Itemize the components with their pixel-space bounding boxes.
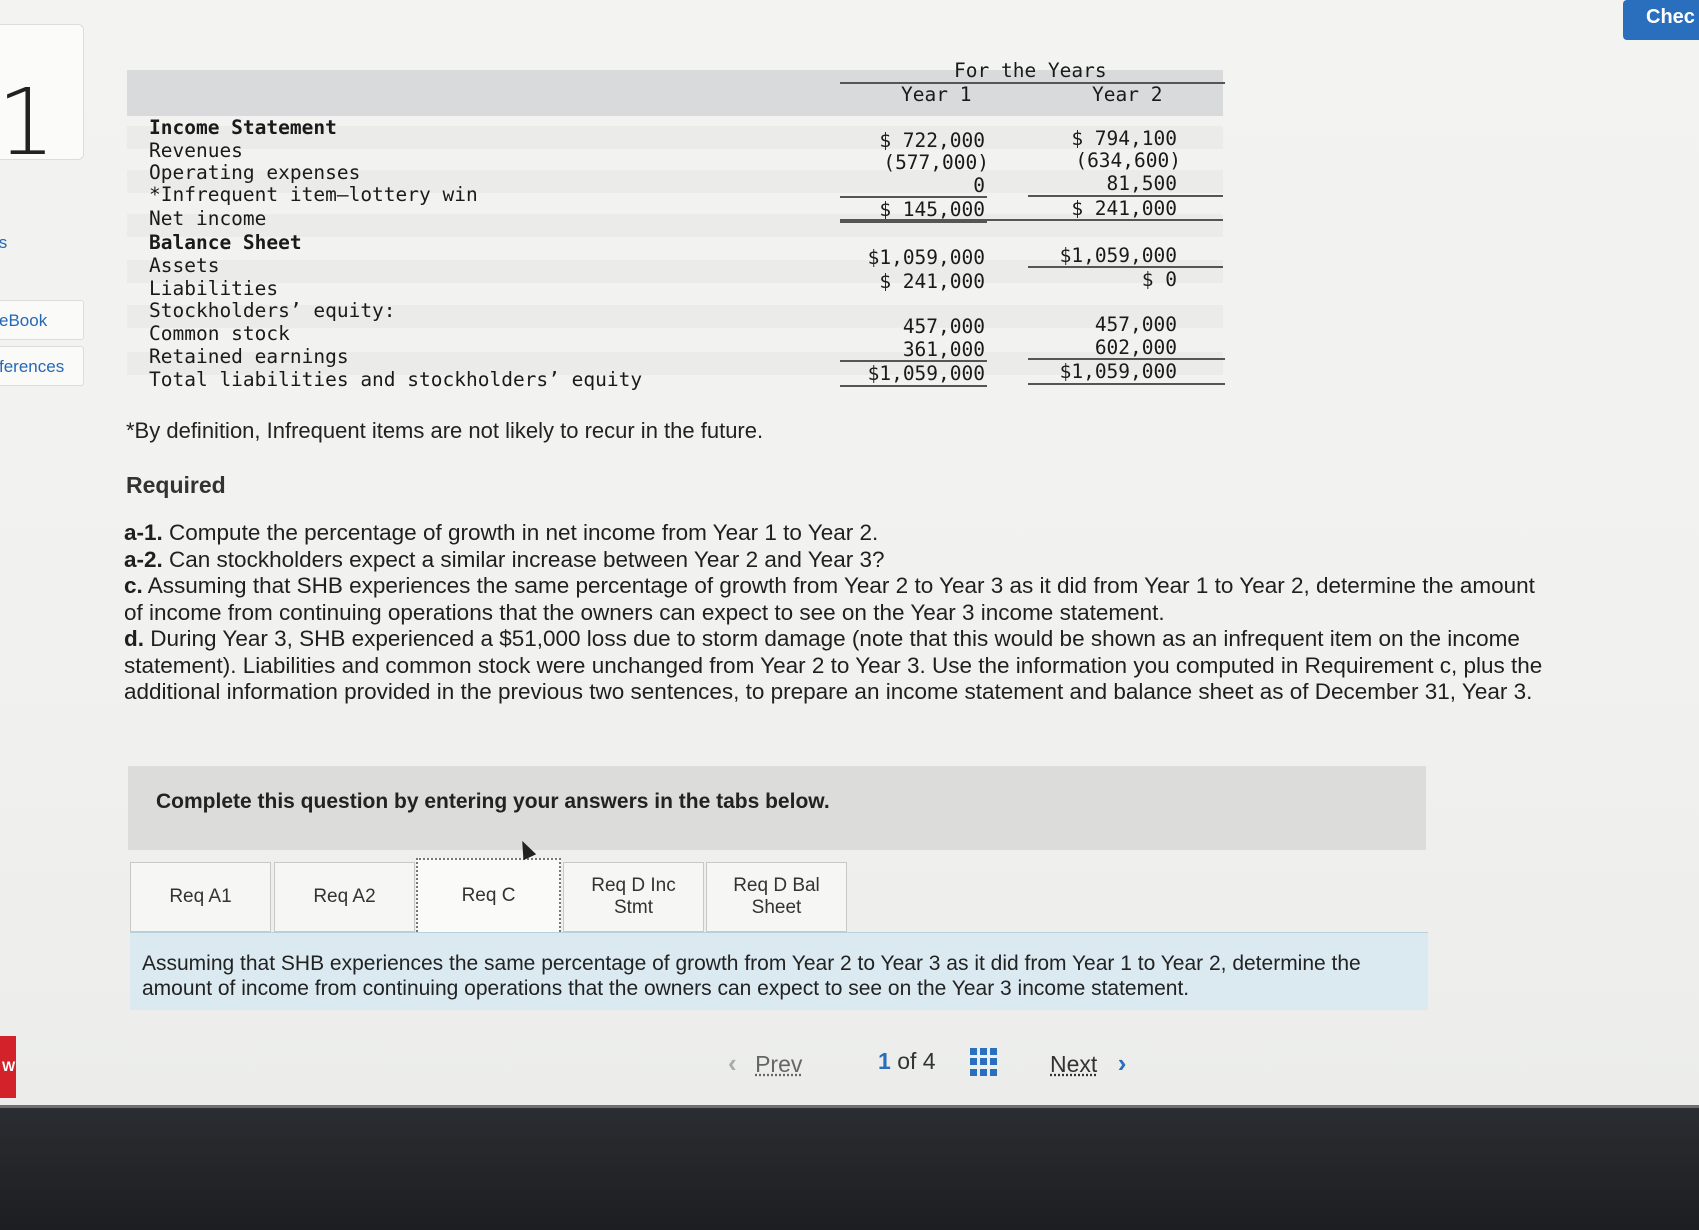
year1-total: $1,059,000 xyxy=(867,362,985,385)
page-total: 4 xyxy=(922,1048,936,1074)
year2-liabilities: $ 0 xyxy=(1141,268,1177,291)
grid-icon[interactable] xyxy=(970,1048,998,1076)
tab-req-d-inc-line1: Req D Inc xyxy=(591,875,676,896)
year1-infrequent: 0 xyxy=(973,174,985,197)
nav-item-ts[interactable]: ts xyxy=(0,233,7,253)
year2-net-income: $ 241,000 xyxy=(1071,197,1177,220)
chevron-left-icon: ‹ xyxy=(728,1048,737,1078)
year2-infrequent: 81,500 xyxy=(1106,172,1177,195)
requirement-c: c. Assuming that SHB experiences the sam… xyxy=(124,573,1544,626)
year2-header: Year 2 xyxy=(1092,83,1163,106)
infrequent-item-label: *Infrequent item—lottery win xyxy=(149,183,478,206)
page-current: 1 xyxy=(878,1048,891,1074)
year2-revenues: $ 794,100 xyxy=(1071,127,1177,150)
tab-req-a1[interactable]: Req A1 xyxy=(130,862,271,932)
footnote: *By definition, Infrequent items are not… xyxy=(126,418,764,443)
chevron-right-icon: › xyxy=(1117,1048,1127,1078)
requirements-list: a-1. Compute the percentage of growth in… xyxy=(124,520,1544,706)
requirement-c-tag: c. xyxy=(124,573,143,598)
tab-panel-text: Assuming that SHB experiences the same p… xyxy=(142,952,1361,1000)
year1-header: Year 1 xyxy=(901,83,972,106)
monitor-bezel xyxy=(0,1108,1699,1230)
common-stock-label: Common stock xyxy=(149,322,290,345)
requirement-a1: a-1. Compute the percentage of growth in… xyxy=(124,520,1544,547)
year2-total-rule xyxy=(840,219,1223,221)
tab-req-d-bal-sheet[interactable]: Req D Bal Sheet xyxy=(706,862,847,932)
nav-references-box[interactable]: ferences xyxy=(0,346,84,386)
for-the-years-header: For the Years xyxy=(954,59,1107,82)
net-income-label: Net income xyxy=(149,207,267,230)
balance-sheet-label: Balance Sheet xyxy=(149,231,302,254)
year2-retained-earnings: 602,000 xyxy=(1094,336,1177,359)
instructions-box: Complete this question by entering your … xyxy=(128,766,1426,850)
year2-final-rule xyxy=(1028,383,1225,385)
row-stripe xyxy=(127,260,1223,283)
tab-req-a1-label: Req A1 xyxy=(169,886,232,907)
tab-req-a2-label: Req A2 xyxy=(313,886,376,907)
total-liabilities-equity-label: Total liabilities and stockholders’ equi… xyxy=(149,368,643,391)
next-button[interactable]: Next › xyxy=(1050,1048,1126,1079)
prev-label: Prev xyxy=(755,1051,803,1077)
required-heading: Required xyxy=(126,472,226,498)
requirement-d-text: During Year 3, SHB experienced a $51,000… xyxy=(124,626,1543,704)
year1-operating-expenses: (577,000) xyxy=(883,151,989,174)
year1-revenues: $ 722,000 xyxy=(879,129,985,152)
income-statement-label: Income Statement xyxy=(149,116,337,139)
browser-viewport: 1 ts eBook ferences W Chec For the Years… xyxy=(0,0,1699,1108)
tab-panel-req-c: Assuming that SHB experiences the same p… xyxy=(130,932,1428,1010)
check-button[interactable]: Chec xyxy=(1623,0,1699,40)
prev-button[interactable]: ‹ Prev xyxy=(728,1048,802,1079)
requirement-a1-tag: a-1. xyxy=(124,520,163,545)
tab-req-d-bal-line1: Req D Bal xyxy=(733,875,820,896)
instructions-text: Complete this question by entering your … xyxy=(156,790,830,813)
revenues-label: Revenues xyxy=(149,139,243,162)
next-label: Next xyxy=(1050,1051,1098,1077)
requirement-c-text: Assuming that SHB experiences the same p… xyxy=(124,573,1535,625)
side-red-tab[interactable]: W xyxy=(0,1036,16,1098)
tab-req-a2[interactable]: Req A2 xyxy=(274,862,415,932)
year2-assets: $1,059,000 xyxy=(1059,244,1177,267)
liabilities-label: Liabilities xyxy=(149,277,279,300)
year1-final-rule xyxy=(840,385,987,387)
stockholders-equity-label: Stockholders’ equity: xyxy=(149,299,396,322)
requirement-d: d. During Year 3, SHB experienced a $51,… xyxy=(124,626,1544,706)
year1-net-income: $ 145,000 xyxy=(879,198,985,221)
requirement-a2: a-2. Can stockholders expect a similar i… xyxy=(124,547,1544,574)
page-indicator: 1 of 4 xyxy=(878,1048,936,1075)
assets-label: Assets xyxy=(149,254,220,277)
nav-ebook-box[interactable]: eBook xyxy=(0,300,84,340)
question-number-box[interactable]: 1 xyxy=(0,24,84,176)
question-number: 1 xyxy=(0,69,56,176)
tab-req-c[interactable]: Req C xyxy=(416,858,561,932)
page-of: of xyxy=(897,1048,917,1074)
year2-operating-expenses: (634,600) xyxy=(1075,149,1181,172)
requirement-a2-text: Can stockholders expect a similar increa… xyxy=(162,546,885,572)
side-red-tab-label: W xyxy=(2,1058,16,1074)
nav-ebook-link[interactable]: eBook xyxy=(0,311,47,331)
tab-req-d-bal-line2: Sheet xyxy=(751,897,802,918)
year1-total-rule xyxy=(840,221,987,223)
requirement-a2-tag: a-2. xyxy=(124,546,163,572)
year1-assets: $1,059,000 xyxy=(867,246,985,269)
operating-expenses-label: Operating expenses xyxy=(149,161,361,184)
year2-total: $1,059,000 xyxy=(1059,360,1177,383)
year1-retained-earnings: 361,000 xyxy=(902,338,985,361)
requirement-d-tag: d. xyxy=(124,626,144,651)
tab-req-d-inc-stmt[interactable]: Req D Inc Stmt xyxy=(563,862,704,932)
retained-earnings-label: Retained earnings xyxy=(149,345,349,368)
year1-liabilities: $ 241,000 xyxy=(879,270,985,293)
tab-req-d-inc-line2: Stmt xyxy=(613,897,654,918)
nav-references-link[interactable]: ferences xyxy=(0,357,64,377)
year1-common-stock: 457,000 xyxy=(902,315,985,338)
requirement-a1-text: Compute the percentage of growth in net … xyxy=(162,520,879,545)
header-rule xyxy=(840,82,1225,84)
year2-assets-rule xyxy=(1028,266,1223,268)
tab-req-c-label: Req C xyxy=(461,885,516,906)
year2-common-stock: 457,000 xyxy=(1094,313,1177,336)
